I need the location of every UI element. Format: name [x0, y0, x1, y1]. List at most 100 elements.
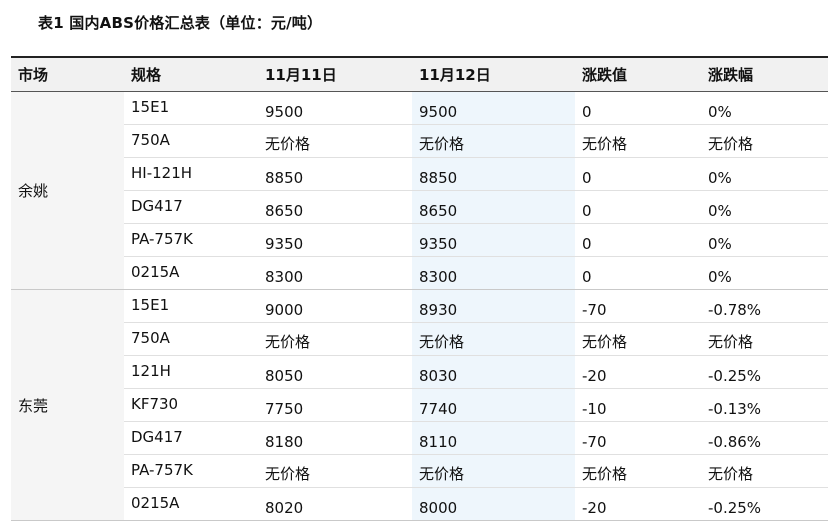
- price-date2-cell-text: 8110: [419, 433, 458, 451]
- change-cell-text: 无价格: [582, 333, 628, 351]
- price-date1-cell-text: 9500: [265, 103, 304, 121]
- table-row: 121H 8050 8030 -20 -0.25%: [11, 355, 828, 389]
- header-market: 市场: [11, 56, 124, 92]
- price-date2-cell: 8300: [412, 256, 575, 290]
- price-date1-cell: 9000: [258, 289, 412, 323]
- change-pct-cell: -0.13%: [701, 388, 828, 422]
- price-date2-cell-text: 8030: [419, 367, 458, 385]
- spec-cell-text: PA-757K: [131, 461, 193, 479]
- change-pct-cell-text: -0.13%: [708, 400, 762, 418]
- price-date2-cell-text: 9350: [419, 235, 458, 253]
- change-pct-cell: 0%: [701, 256, 828, 290]
- spec-cell-text: 15E1: [131, 296, 170, 314]
- price-date1-cell: 无价格: [258, 322, 412, 356]
- price-date2-cell: 8110: [412, 421, 575, 455]
- change-pct-cell: 0%: [701, 223, 828, 257]
- price-date2-cell: 8850: [412, 157, 575, 191]
- change-pct-cell-text: 0%: [708, 235, 732, 253]
- change-pct-cell: 0%: [701, 91, 828, 125]
- change-cell: 0: [575, 91, 701, 125]
- spec-cell-text: HI-121H: [131, 164, 193, 182]
- header-row: 市场 规格 11月11日 11月12日 涨跌值 涨跌幅: [11, 56, 828, 92]
- price-date2-cell-text: 8850: [419, 169, 458, 187]
- price-date2-cell: 8030: [412, 355, 575, 389]
- price-date2-cell: 7740: [412, 388, 575, 422]
- change-pct-cell-text: 0%: [708, 103, 732, 121]
- price-date1-cell: 8180: [258, 421, 412, 455]
- spec-cell-text: KF730: [131, 395, 179, 413]
- change-pct-cell: -0.86%: [701, 421, 828, 455]
- spec-cell-text: 15E1: [131, 98, 170, 116]
- spec-cell: PA-757K: [124, 223, 258, 257]
- spec-cell-text: 0215A: [131, 263, 180, 281]
- change-pct-cell: 0%: [701, 157, 828, 191]
- change-pct-cell-text: -0.86%: [708, 433, 762, 451]
- price-date2-cell: 无价格: [412, 124, 575, 158]
- change-cell: 0: [575, 157, 701, 191]
- spec-cell: DG417: [124, 421, 258, 455]
- change-pct-cell-text: 0%: [708, 169, 732, 187]
- price-date1-cell: 8050: [258, 355, 412, 389]
- market-cell: 余姚: [11, 91, 124, 290]
- price-date1-cell: 7750: [258, 388, 412, 422]
- table-row: 750A 无价格 无价格 无价格 无价格: [11, 322, 828, 356]
- change-pct-cell-text: 无价格: [708, 333, 754, 351]
- table-row: HI-121H 8850 8850 0 0%: [11, 157, 828, 191]
- change-pct-cell-text: -0.25%: [708, 499, 762, 517]
- table-row: 0215A 8300 8300 0 0%: [11, 256, 828, 290]
- table-title: 表1 国内ABS价格汇总表（单位：元/吨）: [38, 14, 323, 32]
- spec-cell: 0215A: [124, 256, 258, 290]
- table-row: DG417 8650 8650 0 0%: [11, 190, 828, 224]
- table-row: PA-757K 无价格 无价格 无价格 无价格: [11, 454, 828, 488]
- change-cell: 0: [575, 190, 701, 224]
- price-date2-cell-text: 8000: [419, 499, 458, 517]
- change-cell-text: 0: [582, 169, 592, 187]
- price-date1-cell: 9350: [258, 223, 412, 257]
- change-cell-text: 0: [582, 235, 592, 253]
- change-pct-cell-text: -0.78%: [708, 301, 762, 319]
- spec-cell-text: PA-757K: [131, 230, 193, 248]
- change-pct-cell: -0.78%: [701, 289, 828, 323]
- spec-cell: 0215A: [124, 487, 258, 521]
- price-date1-cell-text: 7750: [265, 400, 304, 418]
- spec-cell-text: 0215A: [131, 494, 180, 512]
- price-date2-cell: 8000: [412, 487, 575, 521]
- spec-cell: 121H: [124, 355, 258, 389]
- change-pct-cell-text: 0%: [708, 202, 732, 220]
- change-pct-cell-text: -0.25%: [708, 367, 762, 385]
- table-row: 0215A 8020 8000 -20 -0.25%: [11, 487, 828, 521]
- price-date1-cell-text: 8050: [265, 367, 304, 385]
- change-cell: -20: [575, 487, 701, 521]
- spec-cell: KF730: [124, 388, 258, 422]
- price-date2-cell: 无价格: [412, 454, 575, 488]
- change-pct-cell: 0%: [701, 190, 828, 224]
- price-date2-cell-text: 8650: [419, 202, 458, 220]
- change-cell-text: -10: [582, 400, 607, 418]
- price-date1-cell-text: 8300: [265, 268, 304, 286]
- change-pct-cell: -0.25%: [701, 487, 828, 521]
- header-date-2: 11月12日: [412, 56, 575, 92]
- price-date1-cell: 无价格: [258, 454, 412, 488]
- price-date2-cell: 9500: [412, 91, 575, 125]
- price-date2-cell-text: 7740: [419, 400, 458, 418]
- price-date1-cell: 8300: [258, 256, 412, 290]
- change-cell-text: -20: [582, 499, 607, 517]
- change-cell: 无价格: [575, 454, 701, 488]
- price-date2-cell: 9350: [412, 223, 575, 257]
- change-cell-text: -20: [582, 367, 607, 385]
- price-date2-cell-text: 8930: [419, 301, 458, 319]
- abs-price-table: 市场 规格 11月11日 11月12日 涨跌值 涨跌幅 余姚 15E1 9500 95…: [11, 56, 828, 521]
- table-row: PA-757K 9350 9350 0 0%: [11, 223, 828, 257]
- price-date2-cell-text: 8300: [419, 268, 458, 286]
- price-date1-cell-text: 9350: [265, 235, 304, 253]
- spec-cell-text: 121H: [131, 362, 171, 380]
- price-date2-cell-text: 9500: [419, 103, 458, 121]
- market-cell: 东莞: [11, 289, 124, 521]
- change-cell-text: 0: [582, 202, 592, 220]
- header-change-pct: 涨跌幅: [701, 56, 828, 92]
- change-cell-text: -70: [582, 433, 607, 451]
- change-cell: -70: [575, 421, 701, 455]
- spec-cell: 750A: [124, 322, 258, 356]
- spec-cell-text: DG417: [131, 197, 183, 215]
- change-cell: -70: [575, 289, 701, 323]
